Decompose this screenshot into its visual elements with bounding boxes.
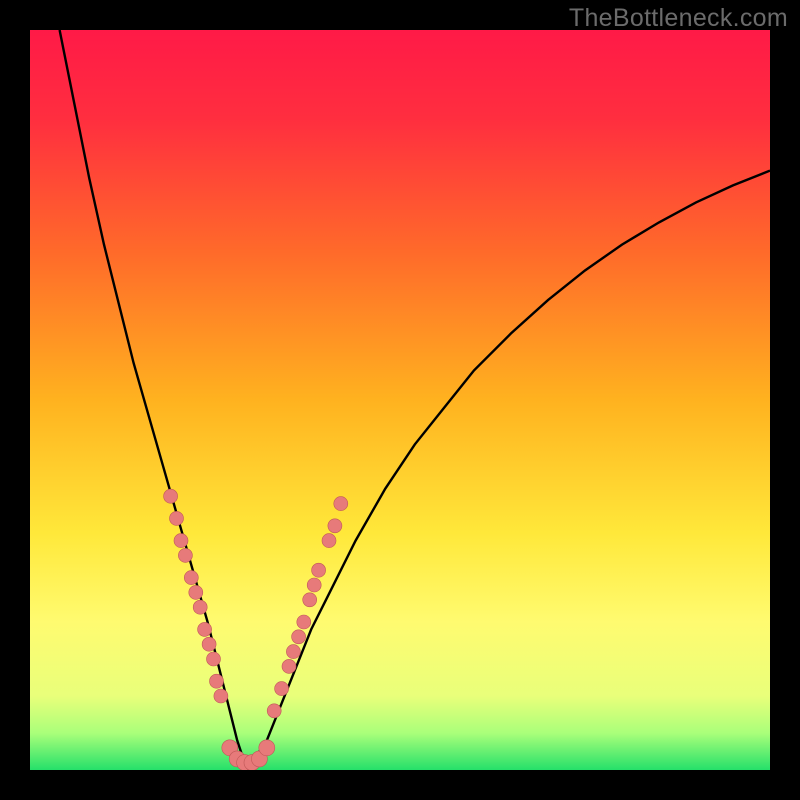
data-point: [282, 659, 296, 673]
data-point: [170, 511, 184, 525]
bottleneck-chart: [30, 30, 770, 770]
data-point: [164, 489, 178, 503]
data-point: [334, 497, 348, 511]
data-point: [322, 534, 336, 548]
data-point: [198, 622, 212, 636]
data-point: [328, 519, 342, 533]
data-point: [210, 674, 224, 688]
data-point: [202, 637, 216, 651]
data-point: [303, 593, 317, 607]
data-point: [214, 689, 228, 703]
data-point: [193, 600, 207, 614]
data-point: [267, 704, 281, 718]
data-point: [286, 645, 300, 659]
data-point: [297, 615, 311, 629]
data-point: [292, 630, 306, 644]
data-point: [189, 585, 203, 599]
data-point: [259, 740, 275, 756]
data-point: [312, 563, 326, 577]
chart-frame: TheBottleneck.com: [0, 0, 800, 800]
plot-background: [30, 30, 770, 770]
data-point: [184, 571, 198, 585]
data-point: [307, 578, 321, 592]
data-point: [275, 682, 289, 696]
data-point: [207, 652, 221, 666]
data-point: [174, 534, 188, 548]
watermark-text: TheBottleneck.com: [569, 4, 788, 33]
data-point: [178, 548, 192, 562]
